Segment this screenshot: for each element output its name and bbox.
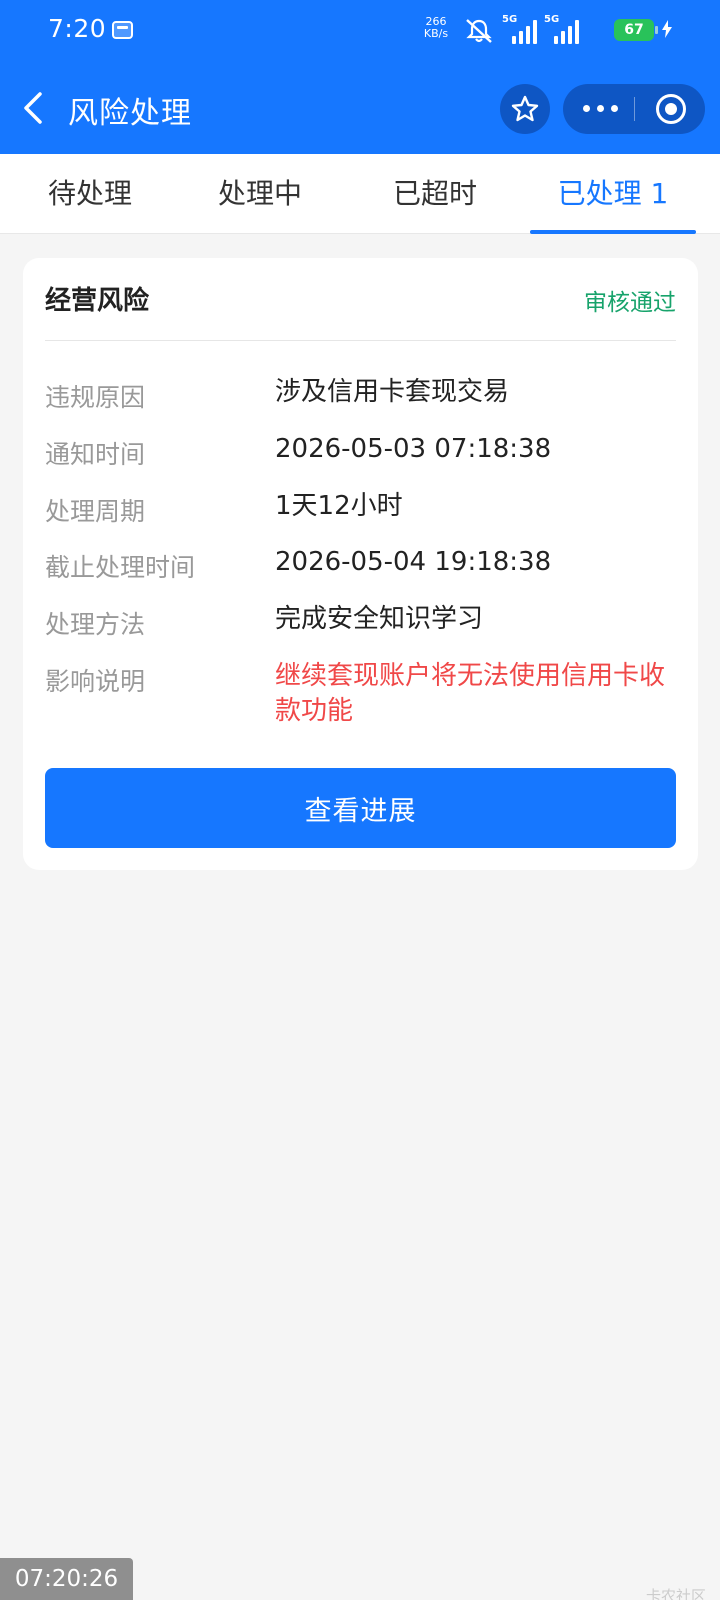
row-label: 通知时间	[45, 440, 146, 469]
row-value: 2026-05-03 07:18:38	[275, 434, 552, 464]
row-label: 影响说明	[45, 667, 146, 696]
row-value: 2026-05-04 19:18:38	[275, 547, 552, 577]
signal-strength-icon-1: 5G	[502, 14, 538, 44]
charging-bolt-icon	[662, 20, 672, 38]
status-time: 7:20	[48, 14, 107, 43]
tab-processed[interactable]: 已处理 1	[530, 154, 696, 234]
row-label: 违规原因	[45, 383, 146, 412]
row-label: 处理周期	[45, 497, 146, 526]
tab-pending[interactable]: 待处理	[0, 154, 180, 234]
network-speed: 266 KB/s	[423, 15, 449, 40]
close-miniapp-icon[interactable]	[656, 94, 686, 124]
tab-processing[interactable]: 处理中	[170, 154, 350, 234]
favorite-button[interactable]	[500, 84, 550, 134]
row-label: 截止处理时间	[45, 553, 196, 582]
status-bar: 7:20 266 KB/s 5G 5G 67	[0, 0, 720, 62]
battery-icon: 67	[614, 19, 658, 41]
card-header: 经营风险 审核通过	[45, 258, 676, 341]
page-title: 风险处理	[68, 96, 192, 131]
tab-overdue[interactable]: 已超时	[345, 154, 525, 234]
row-value: 完成安全知识学习	[275, 604, 484, 634]
capsule-divider	[634, 97, 635, 121]
notification-app-icon	[112, 21, 133, 39]
row-label: 处理方法	[45, 610, 146, 639]
tab-bar: 待处理 处理中 已超时 已处理 1	[0, 154, 720, 234]
more-options-icon[interactable]	[583, 105, 623, 113]
row-value: 1天12小时	[275, 491, 403, 521]
card-title: 经营风险	[45, 286, 150, 316]
back-arrow-icon[interactable]	[18, 88, 48, 128]
header: 7:20 266 KB/s 5G 5G 67 风险处理	[0, 0, 720, 154]
status-badge: 审核通过	[584, 290, 676, 316]
signal-strength-icon-2: 5G	[544, 14, 580, 44]
risk-card: 经营风险 审核通过 违规原因 涉及信用卡套现交易 通知时间 2026-05-03…	[23, 258, 698, 870]
floating-clock: 07:20:26	[0, 1558, 133, 1600]
view-progress-button[interactable]: 查看进展	[45, 768, 676, 848]
row-value: 涉及信用卡套现交易	[275, 377, 510, 407]
miniapp-capsule	[563, 84, 705, 134]
bell-muted-icon	[466, 19, 492, 43]
impact-warning-text: 继续套现账户将无法使用信用卡收款功能	[275, 661, 666, 726]
star-icon	[511, 95, 539, 122]
watermark: 卡农社区	[645, 1587, 706, 1600]
nav-bar: 风险处理	[0, 62, 720, 154]
